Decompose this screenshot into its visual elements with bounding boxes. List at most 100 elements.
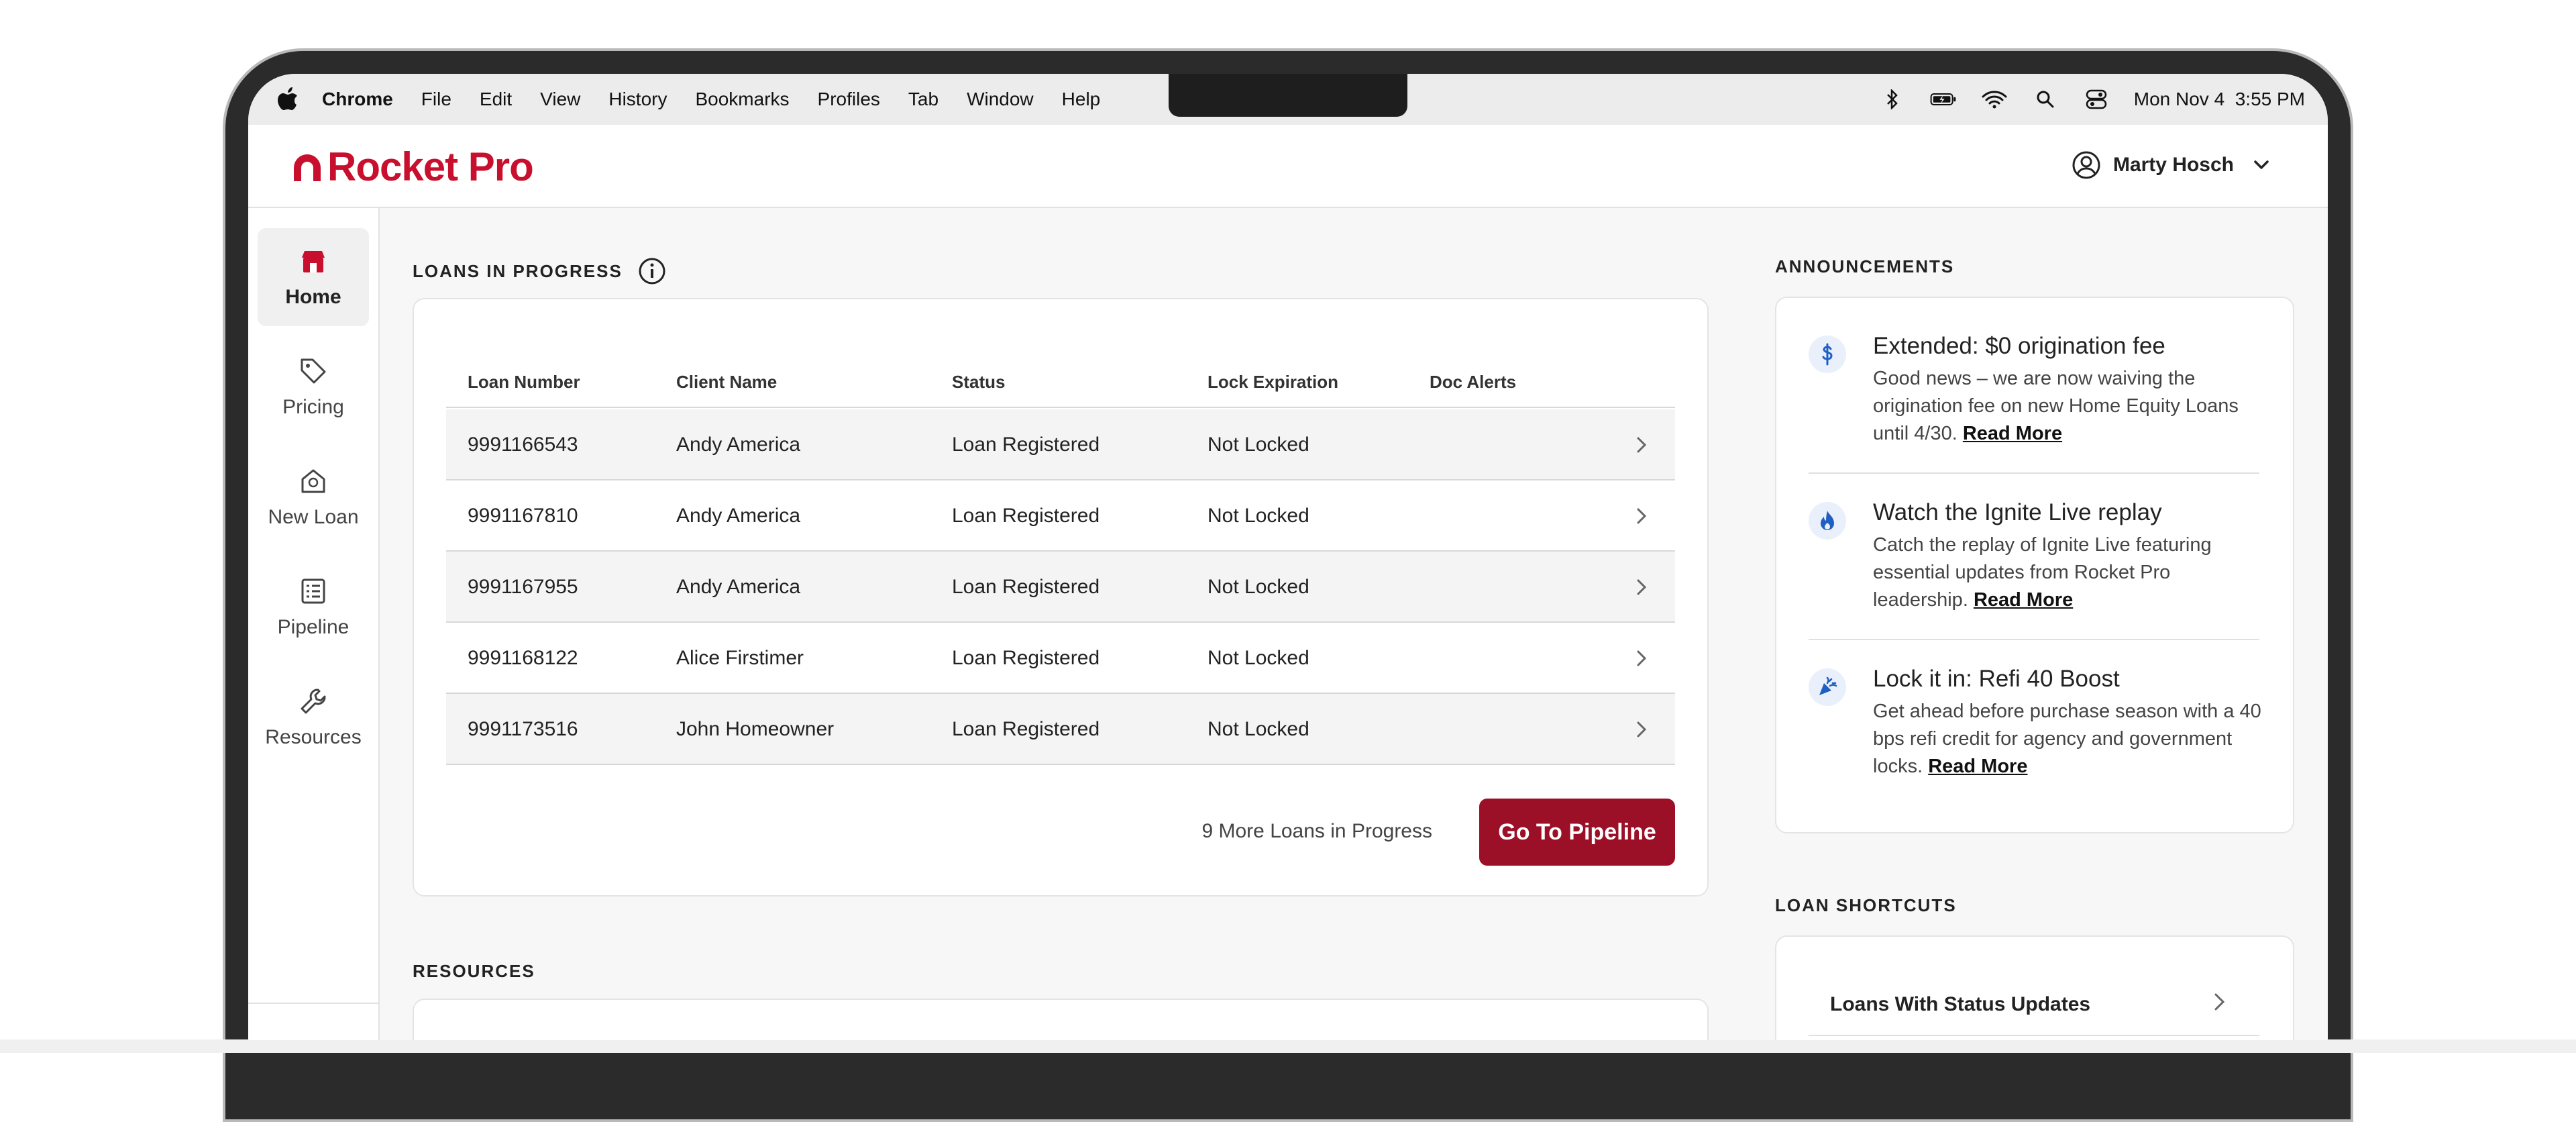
menu-list: Chrome File Edit View History Bookmarks … — [322, 74, 1128, 125]
chevron-right-icon[interactable] — [1632, 506, 1651, 526]
sidebar-item-pricing[interactable]: Pricing — [258, 338, 369, 436]
control-center-icon[interactable] — [2083, 88, 2110, 111]
menu-bookmarks[interactable]: Bookmarks — [695, 89, 789, 110]
menu-edit[interactable]: Edit — [480, 89, 512, 110]
list-icon — [301, 578, 325, 604]
bluetooth-icon[interactable] — [1879, 88, 1906, 111]
sidebar-item-pipeline[interactable]: Pipeline — [258, 558, 369, 656]
announcement-title: Watch the Ignite Live replay — [1873, 499, 2162, 525]
cell-status: Loan Registered — [952, 647, 1100, 669]
cell-client: Andy America — [676, 434, 801, 456]
go-to-pipeline-button[interactable]: Go To Pipeline — [1479, 799, 1675, 866]
dollar-icon — [1809, 336, 1846, 373]
table-row[interactable]: 9991167955 Andy America Loan Registered … — [446, 552, 1675, 623]
sidebar-item-new-loan[interactable]: New Loan — [258, 448, 369, 546]
cell-client: Alice Firstimer — [676, 647, 804, 669]
table-row[interactable]: 9991173516 John Homeowner Loan Registere… — [446, 694, 1675, 765]
sidebar-nav: Home Pricing New Loan Pipeline Resources — [248, 208, 380, 1040]
sidebar-item-label: New Loan — [268, 506, 359, 528]
chevron-right-icon[interactable] — [1632, 648, 1651, 668]
cell-client: Andy America — [676, 576, 801, 598]
chevron-right-icon[interactable] — [1632, 719, 1651, 740]
col-status: Status — [952, 372, 1006, 392]
screen: Chrome File Edit View History Bookmarks … — [248, 74, 2328, 1040]
menu-window[interactable]: Window — [967, 89, 1034, 110]
user-avatar-icon — [2072, 151, 2100, 179]
col-doc-alerts: Doc Alerts — [1430, 372, 1517, 392]
shortcuts-section-title: LOAN SHORTCUTS — [1775, 895, 1957, 915]
menu-clock[interactable]: Mon Nov 4 3:55 PM — [2134, 89, 2305, 110]
col-client-name: Client Name — [676, 372, 777, 392]
cell-lock: Not Locked — [1208, 576, 1309, 598]
house-dollar-icon — [301, 469, 325, 493]
shortcut-label: Loans With Status Updates — [1830, 993, 2091, 1015]
table-row[interactable]: 9991166543 Andy America Loan Registered … — [446, 409, 1675, 480]
sidebar-item-label: Resources — [265, 726, 362, 748]
more-loans-text: 9 More Loans in Progress — [1201, 820, 1432, 842]
chevron-right-icon[interactable] — [1632, 577, 1651, 597]
spotlight-search-icon[interactable] — [2032, 88, 2059, 111]
announcements-section-title: ANNOUNCEMENTS — [1775, 256, 1955, 276]
camera-notch — [1169, 74, 1407, 117]
announcement-divider — [1809, 472, 2259, 474]
sidebar-item-resources[interactable]: Resources — [258, 668, 369, 766]
col-lock-expiration: Lock Expiration — [1208, 372, 1339, 392]
menu-bar: Chrome File Edit View History Bookmarks … — [248, 74, 2328, 125]
menu-tab[interactable]: Tab — [908, 89, 938, 110]
apple-icon[interactable] — [276, 87, 299, 113]
user-name: Marty Hosch — [2112, 154, 2234, 176]
read-more-link[interactable]: Read More — [1963, 423, 2062, 444]
announcement-item: Watch the Ignite Live replay Catch the r… — [1809, 499, 2259, 633]
chevron-right-icon[interactable] — [1632, 435, 1651, 455]
col-loan-number: Loan Number — [468, 372, 580, 392]
logo-text: Rocket Pro — [327, 144, 534, 189]
menu-history[interactable]: History — [608, 89, 667, 110]
desk-edge — [0, 1039, 2576, 1053]
rocket-logo-icon — [294, 154, 321, 181]
loans-table-header: Loan Number Client Name Status Lock Expi… — [446, 354, 1675, 408]
sidebar-item-label: Pipeline — [277, 616, 350, 638]
read-more-link[interactable]: Read More — [1928, 756, 2027, 777]
wifi-icon[interactable] — [1981, 88, 2008, 111]
cell-loan-number: 9991168122 — [468, 647, 578, 669]
loans-section-label: LOANS IN PROGRESS — [413, 260, 623, 281]
announcement-title: Lock it in: Refi 40 Boost — [1873, 666, 2120, 692]
cell-status: Loan Registered — [952, 718, 1100, 740]
chevron-right-icon — [2214, 993, 2225, 1011]
cell-loan-number: 9991167955 — [468, 576, 578, 598]
user-menu[interactable]: Marty Hosch — [2072, 150, 2271, 180]
menu-app-name[interactable]: Chrome — [322, 89, 393, 110]
cell-lock: Not Locked — [1208, 718, 1309, 740]
sidebar-item-home[interactable]: Home — [258, 228, 369, 326]
menu-profiles[interactable]: Profiles — [818, 89, 880, 110]
wrench-icon — [301, 688, 326, 714]
info-icon[interactable] — [637, 256, 667, 286]
menu-file[interactable]: File — [421, 89, 451, 110]
resources-card — [413, 999, 1709, 1040]
loans-card: Loan Number Client Name Status Lock Expi… — [413, 298, 1709, 897]
rocket-pro-logo[interactable]: Rocket Pro — [290, 142, 534, 191]
cell-status: Loan Registered — [952, 576, 1100, 598]
cell-status: Loan Registered — [952, 505, 1100, 527]
announcement-divider — [1809, 639, 2259, 640]
flame-icon — [1809, 502, 1846, 540]
announcement-title: Extended: $0 origination fee — [1873, 333, 2165, 359]
store-icon — [302, 251, 325, 272]
announcement-body: Catch the replay of Ignite Live featurin… — [1873, 531, 2269, 614]
read-more-link[interactable]: Read More — [1974, 589, 2073, 611]
cell-loan-number: 9991166543 — [468, 434, 578, 456]
menu-view[interactable]: View — [540, 89, 580, 110]
table-row[interactable]: 9991168122 Alice Firstimer Loan Register… — [446, 623, 1675, 694]
cell-client: John Homeowner — [676, 718, 835, 740]
announcement-body: Get ahead before purchase season with a … — [1873, 698, 2269, 780]
cell-status: Loan Registered — [952, 434, 1100, 456]
chevron-down-icon — [2254, 160, 2269, 169]
cell-lock: Not Locked — [1208, 505, 1309, 527]
cell-lock: Not Locked — [1208, 647, 1309, 669]
menu-help[interactable]: Help — [1062, 89, 1101, 110]
cell-loan-number: 9991167810 — [468, 505, 578, 527]
status-area: Mon Nov 4 3:55 PM — [1879, 74, 2305, 125]
battery-icon[interactable] — [1930, 88, 1957, 111]
table-row[interactable]: 9991167810 Andy America Loan Registered … — [446, 480, 1675, 552]
sidebar-item-label: Pricing — [282, 396, 344, 418]
